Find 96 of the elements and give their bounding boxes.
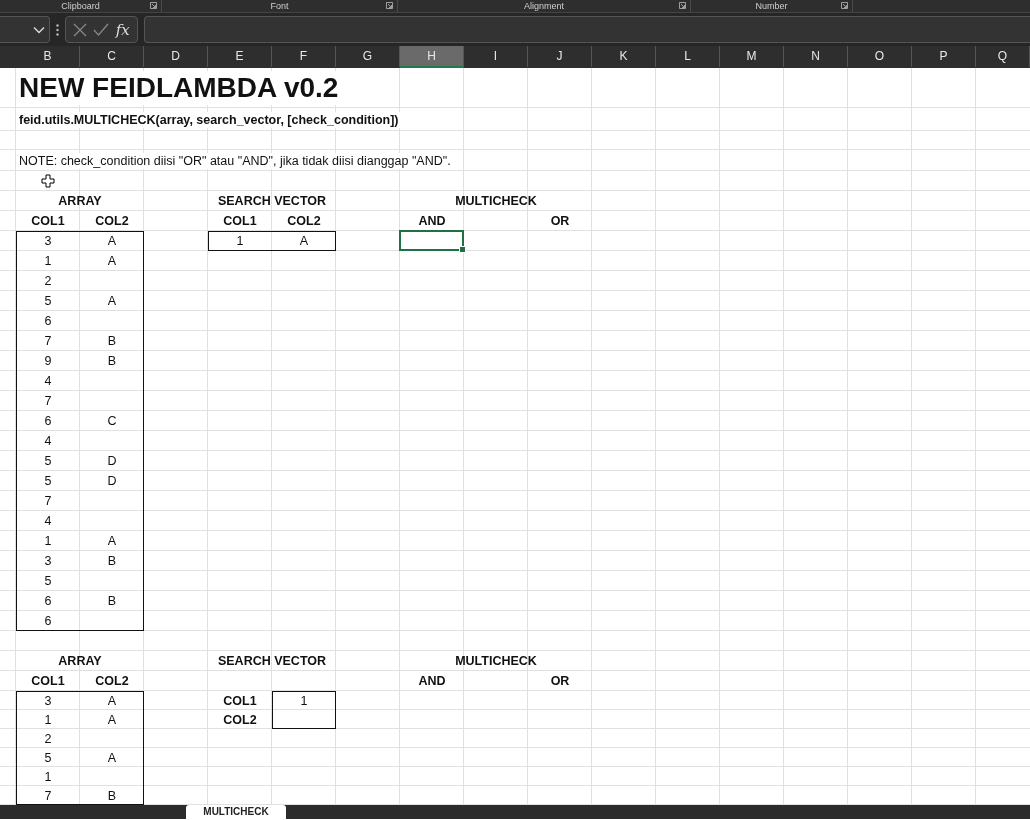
row-heading: COL1	[223, 692, 257, 709]
table-cell: B	[107, 787, 117, 804]
input-cell[interactable]: 1	[300, 692, 308, 709]
table-cell: 6	[44, 593, 52, 609]
table-cell: 6	[44, 413, 52, 429]
table-cell: 2	[44, 273, 52, 289]
column-header[interactable]: L	[656, 46, 720, 68]
table-cell: 7	[44, 393, 52, 409]
table-cell: D	[107, 453, 117, 469]
dialog-launcher-icon[interactable]	[386, 2, 393, 9]
column-heading: OR	[550, 673, 570, 689]
column-heading: AND	[418, 673, 446, 689]
dialog-launcher-icon[interactable]	[841, 2, 848, 9]
table-cell: 3	[44, 233, 52, 249]
table-cell: 5	[44, 293, 52, 309]
table-cell: 7	[44, 333, 52, 349]
table-cell: B	[107, 553, 117, 569]
column-header[interactable]: P	[912, 46, 976, 68]
table-cell: B	[107, 333, 117, 349]
column-heading: AND	[418, 213, 446, 229]
section-heading: MULTICHECK	[455, 653, 537, 669]
column-header[interactable]: H	[400, 46, 464, 68]
row-heading: COL2	[223, 711, 257, 728]
table-cell: 1	[44, 711, 52, 728]
column-heading: OR	[550, 213, 570, 229]
table-cell: 5	[44, 453, 52, 469]
column-header[interactable]: N	[784, 46, 848, 68]
input-cell[interactable]: 1	[236, 233, 244, 249]
column-header[interactable]: E	[208, 46, 272, 68]
ribbon-group-label: Clipboard	[61, 0, 100, 12]
column-header[interactable]: O	[848, 46, 912, 68]
table-cell: A	[107, 711, 117, 728]
column-header[interactable]: K	[592, 46, 656, 68]
column-heading: COL2	[95, 213, 129, 229]
table-cell: A	[107, 293, 117, 309]
table-cell: 1	[44, 768, 52, 785]
ribbon-group-label: Number	[755, 0, 788, 12]
section-heading: SEARCH VECTOR	[217, 653, 327, 669]
table-cell: B	[107, 593, 117, 609]
more-options-icon[interactable]	[56, 23, 59, 36]
column-heading: COL1	[31, 213, 65, 229]
column-heading: COL1	[31, 673, 65, 689]
table-cell: 5	[44, 573, 52, 589]
table-cell: D	[107, 473, 117, 489]
column-header[interactable]: M	[720, 46, 784, 68]
section-heading: ARRAY	[58, 653, 102, 669]
table-cell: 6	[44, 613, 52, 629]
section-heading: MULTICHECK	[455, 193, 537, 209]
table-cell: 5	[44, 749, 52, 766]
column-header[interactable]: C	[80, 46, 144, 68]
table-cell: A	[107, 692, 117, 709]
table-cell: 3	[44, 553, 52, 569]
column-heading: COL1	[223, 213, 257, 229]
column-header[interactable]: D	[144, 46, 208, 68]
table-cell: 4	[44, 373, 52, 389]
table-cell: A	[107, 253, 117, 269]
table-cell: 4	[44, 433, 52, 449]
column-header[interactable]: Q	[976, 46, 1030, 68]
ribbon-group-label: Alignment	[524, 0, 564, 12]
column-header[interactable]: J	[528, 46, 592, 68]
insert-function-button[interactable]: fx	[115, 20, 130, 39]
column-header[interactable]: B	[16, 46, 80, 68]
table-cell: 4	[44, 513, 52, 529]
section-heading: ARRAY	[58, 193, 102, 209]
column-header[interactable]: F	[272, 46, 336, 68]
table-cell: 1	[44, 253, 52, 269]
dialog-launcher-icon[interactable]	[679, 2, 686, 9]
selected-cell[interactable]	[399, 230, 464, 251]
input-frame	[271, 690, 336, 729]
input-cell[interactable]: A	[299, 233, 309, 249]
column-heading: COL2	[287, 213, 321, 229]
cancel-icon[interactable]	[73, 22, 88, 37]
table-cell: A	[107, 233, 117, 249]
table-cell: B	[107, 353, 117, 369]
table-cell: A	[107, 749, 117, 766]
table-cell: 3	[44, 692, 52, 709]
sheet-tab[interactable]: MULTICHECK	[186, 805, 286, 819]
table-cell: C	[107, 413, 117, 429]
table-cell: 2	[44, 730, 52, 747]
table-cell: 7	[44, 493, 52, 509]
table-cell: A	[107, 533, 117, 549]
table-cell: 7	[44, 787, 52, 804]
section-heading: SEARCH VECTOR	[217, 193, 327, 209]
chevron-down-icon[interactable]	[33, 25, 45, 34]
table-cell: 5	[44, 473, 52, 489]
function-signature: feid.utils.MULTICHECK(array, search_vector, [check_condition])	[16, 111, 402, 128]
ribbon-group-label: Font	[270, 0, 289, 12]
formula-input[interactable]	[144, 16, 1030, 43]
column-heading: COL2	[95, 673, 129, 689]
table-cell: 6	[44, 313, 52, 329]
table-cell: 9	[44, 353, 52, 369]
cursor-icon	[41, 174, 55, 188]
table-cell: 1	[44, 533, 52, 549]
check-icon[interactable]	[93, 23, 110, 36]
column-header[interactable]: I	[464, 46, 528, 68]
dialog-launcher-icon[interactable]	[150, 2, 157, 9]
